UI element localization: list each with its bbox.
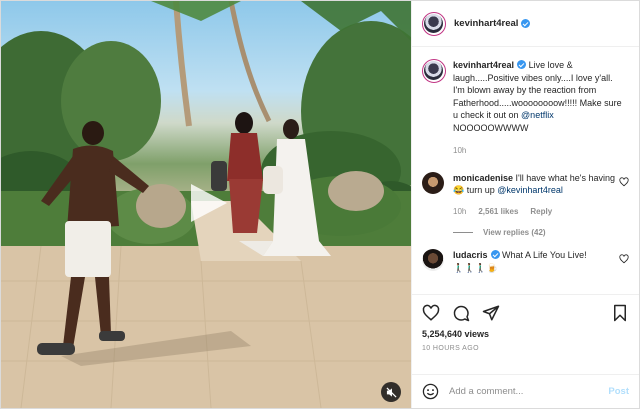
- caption-timestamp[interactable]: 10h: [453, 145, 466, 158]
- caption-avatar: [424, 61, 443, 80]
- comment-like-count[interactable]: 2,561 likes: [478, 206, 518, 219]
- comment-username[interactable]: ludacris: [453, 250, 488, 260]
- view-count[interactable]: 5,254,640 views: [422, 329, 629, 339]
- add-comment-bar: Add a comment... Post: [412, 374, 639, 408]
- author-username[interactable]: kevinhart4real: [454, 18, 518, 29]
- caption-avatar-ring[interactable]: [422, 59, 446, 83]
- caption-username[interactable]: kevinhart4real: [453, 60, 514, 70]
- caption-text-end: NOOOOOWWWW: [453, 122, 529, 133]
- bookmark-icon[interactable]: [611, 304, 629, 322]
- action-icons: [422, 303, 629, 323]
- commenter-avatar[interactable]: [422, 249, 444, 271]
- post-dialog: kevinhart4real kevinhart4real Live love …: [0, 0, 640, 409]
- replies-divider: [453, 232, 473, 233]
- comment-reply-button[interactable]: Reply: [530, 206, 552, 219]
- commenter-avatar[interactable]: [422, 171, 444, 194]
- verified-badge-icon: [517, 60, 527, 69]
- speaker-muted-icon: [385, 386, 397, 398]
- paper-plane-icon[interactable]: [482, 304, 500, 322]
- comments-list: kevinhart4real Live love & laugh.....Pos…: [412, 47, 639, 294]
- mute-button[interactable]: [381, 382, 401, 402]
- heart-icon[interactable]: [422, 304, 440, 322]
- post-header: kevinhart4real: [412, 1, 639, 47]
- comment-username[interactable]: monicadenise: [453, 173, 513, 183]
- post-side-panel: kevinhart4real kevinhart4real Live love …: [411, 1, 639, 408]
- smiley-icon[interactable]: [422, 383, 439, 400]
- comment-item: ludacris What A Life You Live! 🚶🏾‍♂️🚶🏾‍♂…: [422, 249, 629, 274]
- comment-emoji: 🚶🏾‍♂️🚶🏾‍♂️🚶🏾‍♂️🍺: [453, 262, 498, 273]
- author-avatar: [424, 13, 443, 33]
- play-icon[interactable]: [187, 182, 229, 224]
- comment-like-heart-icon[interactable]: [619, 254, 629, 264]
- author-avatar-ring[interactable]: [422, 11, 446, 36]
- add-comment-input[interactable]: Add a comment...: [449, 386, 608, 397]
- post-video[interactable]: [1, 1, 411, 408]
- verified-badge-icon: [521, 19, 531, 28]
- comment-item: monicadenise I'll have what he's having …: [422, 171, 629, 219]
- post-comment-button[interactable]: Post: [608, 386, 629, 397]
- comment-text: What A Life You Live!: [502, 250, 587, 260]
- post-age[interactable]: 10 HOURS AGO: [422, 345, 629, 352]
- verified-badge-icon: [490, 250, 500, 259]
- comment-timestamp[interactable]: 10h: [453, 206, 466, 219]
- caption-mention-link[interactable]: @netflix: [521, 110, 554, 120]
- post-actions: 5,254,640 views 10 HOURS AGO: [412, 294, 639, 374]
- comment-bubble-icon[interactable]: [452, 304, 470, 322]
- view-replies-label: View replies (42): [483, 228, 546, 237]
- caption: kevinhart4real Live love & laugh.....Pos…: [422, 59, 629, 158]
- view-replies-button[interactable]: View replies (42): [453, 228, 629, 237]
- comment-mention-link[interactable]: @kevinhart4real: [497, 185, 563, 195]
- comment-like-heart-icon[interactable]: [619, 176, 629, 187]
